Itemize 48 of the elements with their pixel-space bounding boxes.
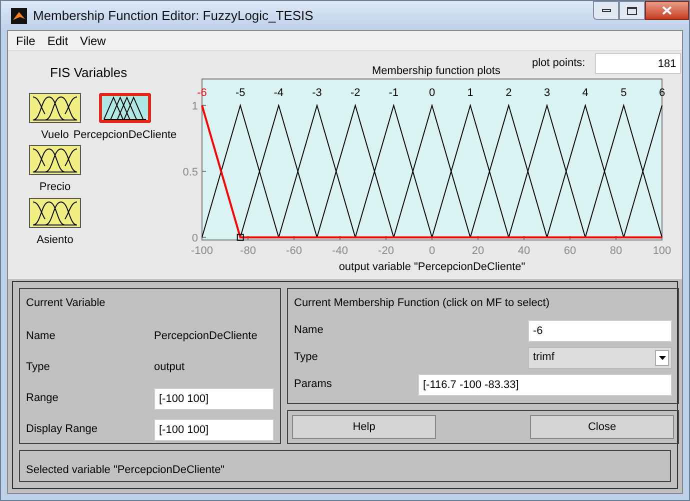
window-title: Membership Function Editor: FuzzyLogic_TESIS — [33, 6, 314, 25]
field-label: Type — [294, 350, 319, 366]
function-label: -2 — [350, 87, 360, 100]
panel-title: Current Variable — [26, 296, 106, 311]
function-label: -5 — [235, 87, 246, 100]
function-label: 2 — [506, 87, 512, 100]
variable-label: PercepcionDeCliente — [73, 128, 177, 142]
x-tick-label: -80 — [240, 245, 256, 257]
x-tick-label: 60 — [564, 245, 576, 257]
field-label: Params — [294, 377, 333, 392]
field-label: Type — [26, 360, 51, 376]
function-label: 1 — [467, 87, 474, 100]
function-label: -6 — [197, 87, 207, 100]
field-value: PercepcionDeCliente — [154, 329, 258, 344]
function-label: -1 — [388, 87, 399, 100]
variable-label: Precio — [39, 180, 71, 195]
chart-title: Membership function plots — [372, 64, 502, 79]
variable-label: Vuelo — [41, 128, 69, 142]
function-label: 4 — [582, 87, 588, 100]
field-label: Range — [26, 391, 60, 406]
x-tick-label: 80 — [610, 245, 622, 257]
x-tick-label: -40 — [332, 245, 348, 257]
field-label: Display Range — [26, 422, 99, 438]
function-label: -3 — [312, 87, 322, 100]
plot-points-label: plot points: — [532, 56, 586, 71]
x-axis-label: output variable "PercepcionDeCliente" — [338, 261, 526, 273]
status-text: Selected variable "PercepcionDeCliente" — [26, 464, 225, 476]
function-label: 0 — [428, 87, 436, 100]
section-title: FIS Variables — [50, 64, 128, 82]
function-label: 3 — [544, 87, 550, 100]
y-tick-label: 0 — [192, 232, 198, 244]
function-label: 6 — [658, 87, 666, 100]
field-label: Name — [26, 329, 56, 344]
function-label: 5 — [620, 87, 627, 100]
function-label: -4 — [274, 87, 284, 100]
x-tick-label: 20 — [472, 245, 484, 257]
x-tick-label: 100 — [652, 245, 672, 257]
x-tick-label: 0 — [428, 245, 436, 257]
panel-title: Current Membership Function (click on MF to select) — [294, 296, 551, 311]
y-tick-label: 1 — [192, 100, 198, 112]
y-tick-label: 0.5 — [182, 166, 198, 178]
x-tick-label: 40 — [518, 245, 530, 257]
field-value: output — [154, 360, 185, 376]
x-tick-label: -100 — [190, 245, 214, 257]
x-tick-label: -60 — [286, 245, 302, 257]
x-tick-label: -20 — [378, 245, 394, 257]
variable-label: Asiento — [36, 232, 74, 248]
field-label: Name — [294, 323, 324, 338]
